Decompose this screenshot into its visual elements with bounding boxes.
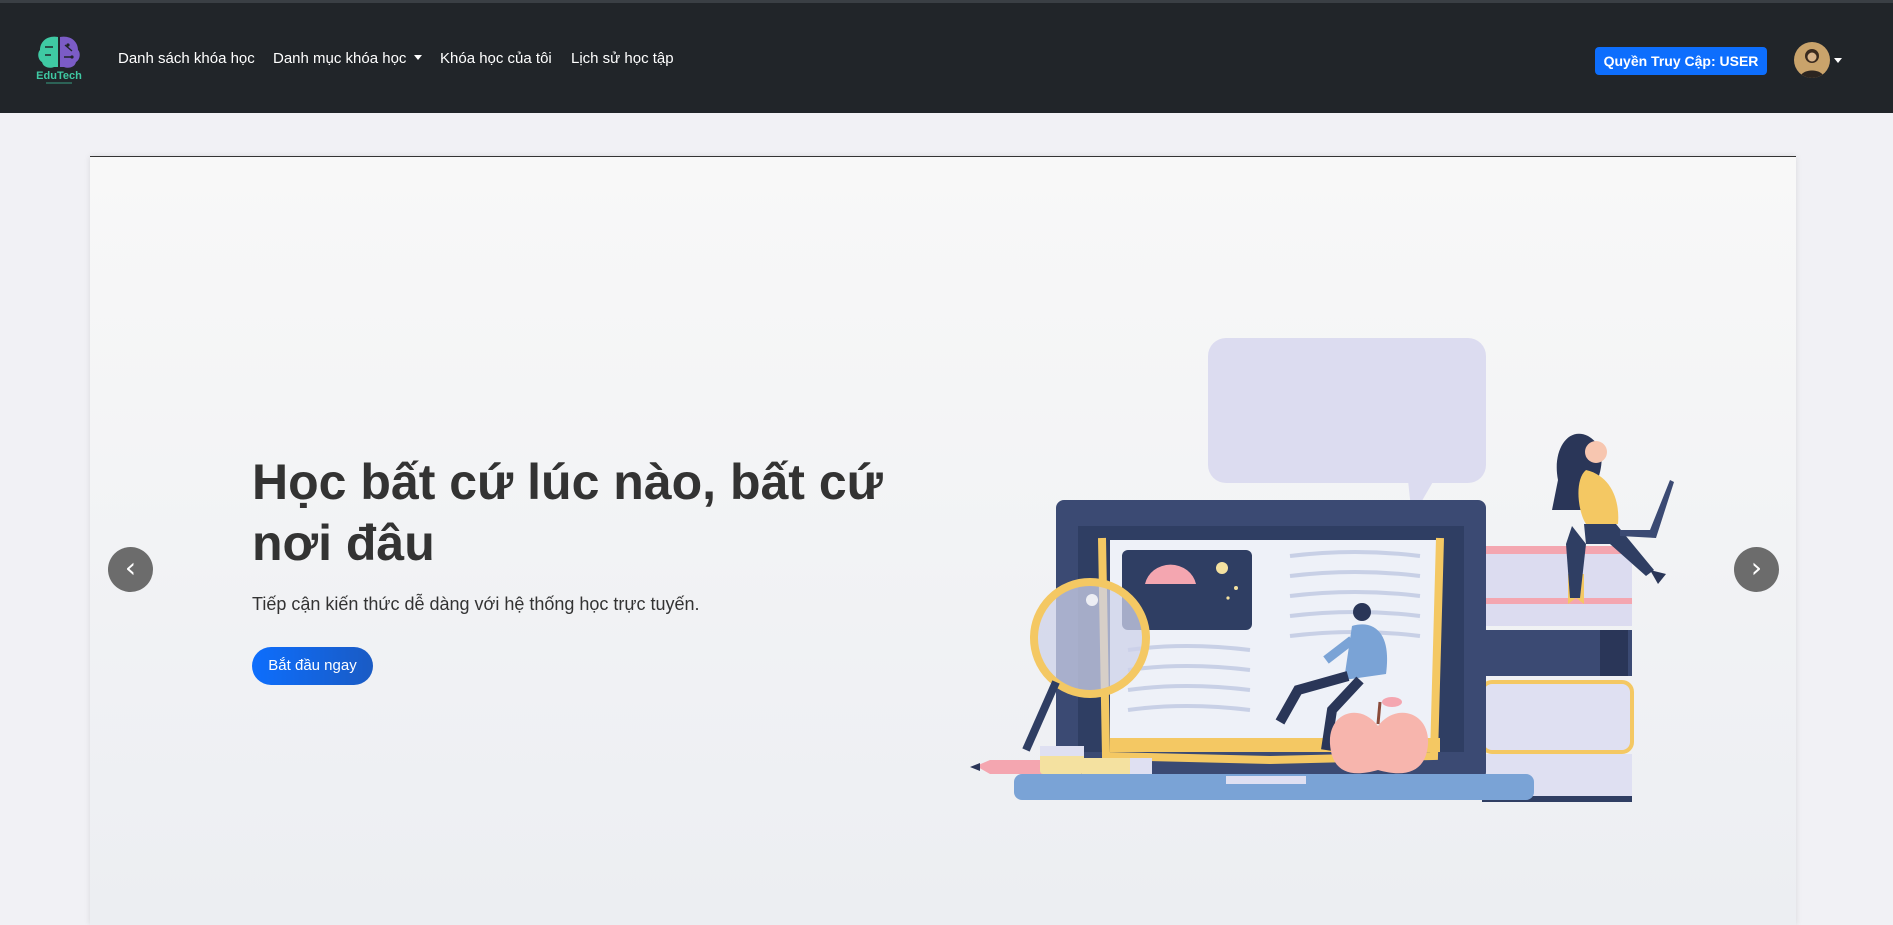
top-navbar: EduTech Danh sách khóa học Danh mục khóa…	[0, 0, 1893, 113]
nav-link-course-list[interactable]: Danh sách khóa học	[118, 50, 255, 68]
nav-link-course-categories-label: Danh mục khóa học	[273, 50, 407, 67]
nav-link-learning-history[interactable]: Lịch sử học tập	[571, 50, 674, 68]
online-learning-illustration	[960, 330, 1700, 810]
hero-subtitle: Tiếp cận kiến thức dễ dàng với hệ thống …	[252, 594, 700, 614]
caret-down-icon	[414, 55, 423, 60]
user-menu-caret-icon[interactable]	[1834, 58, 1842, 63]
start-now-button[interactable]: Bắt đầu ngay	[252, 647, 373, 685]
carousel-prev-button[interactable]: ‹	[108, 547, 153, 592]
nav-link-course-categories[interactable]: Danh mục khóa học	[273, 50, 423, 68]
svg-text:EduTech: EduTech	[36, 70, 82, 82]
edutech-logo-icon[interactable]: EduTech	[34, 33, 84, 85]
access-role-button[interactable]: Quyền Truy Cập: USER	[1595, 47, 1767, 75]
user-avatar-icon[interactable]	[1794, 42, 1830, 78]
nav-link-my-courses[interactable]: Khóa học của tôi	[440, 50, 552, 68]
hero-title: Học bất cứ lúc nào, bất cứ nơi đâu	[252, 454, 883, 571]
carousel-next-button[interactable]: ›	[1734, 547, 1779, 592]
